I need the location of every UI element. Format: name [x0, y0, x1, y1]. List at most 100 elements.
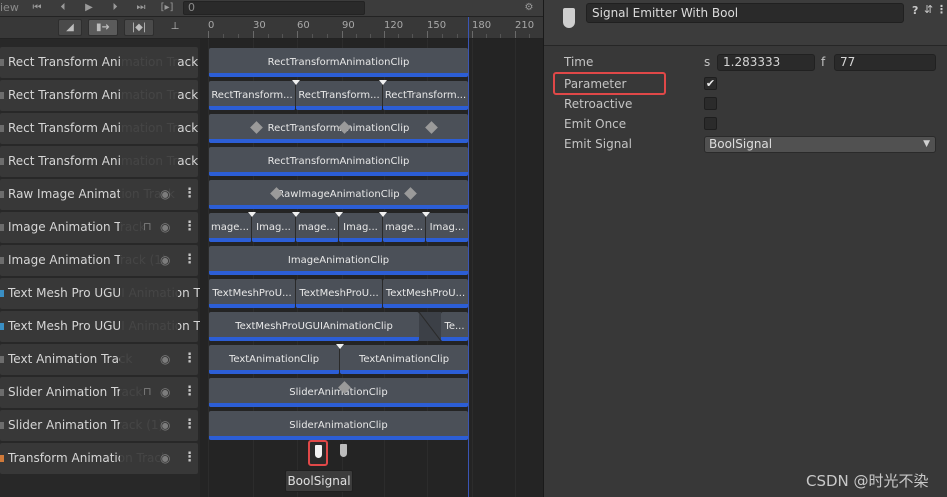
track-menu-icon[interactable]: ◢	[58, 19, 82, 36]
jump-to-end-icon[interactable]: ⏭	[132, 1, 150, 15]
animation-clip[interactable]: TextMeshProU...	[296, 279, 383, 308]
animation-clip[interactable]: SliderAnimationClip	[209, 378, 468, 407]
clip-label: RectTransformAnimationClip	[267, 156, 410, 167]
previous-frame-icon[interactable]: ⏴	[54, 1, 72, 15]
animation-clip[interactable]: mage...	[296, 213, 339, 242]
track-name: Text Animation Track	[8, 352, 133, 366]
ruler-tick-label: 120	[384, 20, 404, 31]
track-header[interactable]: Transform Animation Track ◉ ⋮	[0, 443, 198, 474]
animation-clip[interactable]: mage...	[209, 213, 252, 242]
track-header[interactable]: Image Animation Track (1) ◉ ⋮	[0, 245, 198, 276]
time-frames-field[interactable]: 77	[834, 54, 936, 71]
more-options-icon[interactable]: ⋮	[183, 384, 196, 399]
playhead-line[interactable]	[468, 17, 469, 497]
time-ruler[interactable]: 0 30 60 90 120 150 180 210	[200, 17, 543, 39]
more-options-icon[interactable]: ⋮	[936, 3, 947, 16]
more-options-icon[interactable]: ⋮	[183, 252, 196, 267]
signal-emitter-icon[interactable]	[308, 440, 328, 466]
time-seconds-field[interactable]: 1.283333	[717, 54, 815, 71]
timeline-topbar: iew ⏮ ⏴ ▶ ⏵ ⏭ [▸] 0 ⚙	[0, 0, 543, 17]
play-icon[interactable]: ▶	[80, 1, 98, 15]
animation-clip[interactable]: Imag...	[339, 213, 383, 242]
animation-clip[interactable]: TextMeshProUGUIAnimationClip	[209, 312, 419, 341]
track-toolbar: ◢ ▮➜ |◆| ⊥	[0, 17, 200, 39]
more-options-icon[interactable]: ⋮	[183, 219, 196, 234]
track-header[interactable]: Text Animation Track ◉ ⋮	[0, 344, 198, 375]
watermark-text: CSDN @时光不染	[806, 472, 929, 490]
auto-key-icon[interactable]: ▮➜	[88, 19, 118, 36]
animation-clip[interactable]: TextAnimationClip	[340, 345, 468, 374]
retroactive-checkbox[interactable]	[704, 97, 717, 110]
animation-clip[interactable]: TextMeshProU...	[209, 279, 296, 308]
track-header[interactable]: Text Mesh Pro UGUI Animation T	[0, 278, 201, 309]
track-header-controls	[120, 117, 178, 140]
animation-clip[interactable]: RectTransformAnimationClip	[209, 48, 468, 77]
asset-name-field[interactable]: Signal Emitter With Bool	[586, 3, 904, 23]
eye-icon[interactable]: ◉	[160, 253, 170, 267]
track-header[interactable]: Slider Animation Track ⊓ ◉ ⋮	[0, 377, 198, 408]
emit-once-checkbox[interactable]	[704, 117, 717, 130]
track-header[interactable]: Raw Image Animation Track ◉ ⋮	[0, 179, 198, 210]
next-frame-icon[interactable]: ⏵	[106, 1, 124, 15]
lock-icon[interactable]: ⊓	[143, 220, 152, 233]
track-header[interactable]: Text Mesh Pro UGUI Animation T	[0, 311, 201, 342]
clip-bar	[209, 403, 468, 407]
ruler-minor-tick	[312, 34, 313, 38]
animation-clip[interactable]: RectTransform...	[383, 81, 468, 110]
marker-toggle-icon[interactable]: |◆|	[124, 19, 154, 36]
eye-icon[interactable]: ◉	[160, 352, 170, 366]
track-header[interactable]: Rect Transform Animation Track	[0, 47, 198, 78]
clip-label: Imag...	[429, 222, 465, 233]
track-header[interactable]: Slider Animation Track (1) ◉ ⋮	[0, 410, 198, 441]
animation-clip[interactable]: RectTransform...	[296, 81, 383, 110]
animation-clip[interactable]: Te...	[441, 312, 468, 341]
loop-toggle-icon[interactable]: [▸]	[158, 1, 176, 15]
signal-emitter-icon[interactable]	[340, 444, 347, 457]
animation-clip[interactable]: RectTransformAnimationClip	[209, 147, 468, 176]
animation-clip[interactable]: TextMeshProU...	[383, 279, 468, 308]
track-header[interactable]: Rect Transform Animation Track (	[0, 113, 207, 144]
lock-icon[interactable]: ⊓	[143, 385, 152, 398]
eye-icon[interactable]: ◉	[160, 385, 170, 399]
ruler-minor-tick	[442, 34, 443, 38]
track-header[interactable]: Rect Transform Animation Track (	[0, 146, 207, 177]
eye-icon[interactable]: ◉	[160, 451, 170, 465]
eye-icon[interactable]: ◉	[160, 187, 170, 201]
blend-marker	[292, 212, 300, 217]
help-icon[interactable]: ?	[912, 4, 918, 17]
animation-clip[interactable]: RectTransformAnimationClip	[209, 114, 468, 143]
clip-bar	[209, 205, 468, 209]
pin-icon[interactable]: ⊥	[164, 19, 186, 36]
animation-clip[interactable]: TextAnimationClip	[209, 345, 340, 374]
eye-icon[interactable]: ◉	[160, 418, 170, 432]
track-header[interactable]: Image Animation Track ⊓ ◉ ⋮	[0, 212, 198, 243]
parameter-checkbox[interactable]: ✔	[704, 77, 717, 90]
animation-clip[interactable]: mage...	[383, 213, 426, 242]
more-options-icon[interactable]: ⋮	[183, 450, 196, 465]
clip-bar	[209, 172, 468, 176]
clip-bar	[426, 238, 468, 242]
animation-clip[interactable]: RawImageAnimationClip	[209, 180, 468, 209]
settings-gear-icon[interactable]: ⚙	[520, 1, 538, 15]
animation-clip[interactable]: ImageAnimationClip	[209, 246, 468, 275]
track-header[interactable]: Rect Transform Animation Track (	[0, 80, 207, 111]
rewind-to-start-icon[interactable]: ⏮	[28, 1, 46, 15]
more-options-icon[interactable]: ⋮	[183, 186, 196, 201]
track-header-controls	[120, 51, 178, 74]
ruler-major-tick	[297, 31, 298, 38]
track-type-icon	[0, 389, 4, 396]
presets-icon[interactable]: ⇵	[924, 3, 933, 16]
clip-label: TextMeshProU...	[299, 288, 379, 299]
animation-clip[interactable]: RectTransform...	[209, 81, 296, 110]
animation-clip[interactable]: Imag...	[252, 213, 296, 242]
emit-signal-dropdown[interactable]: BoolSignal ▼	[704, 136, 936, 153]
more-options-icon[interactable]: ⋮	[183, 417, 196, 432]
frame-field[interactable]: 0	[183, 1, 365, 15]
more-options-icon[interactable]: ⋮	[183, 351, 196, 366]
animation-clip[interactable]: SliderAnimationClip	[209, 411, 468, 440]
clip-label: TextAnimationClip	[358, 354, 450, 365]
eye-icon[interactable]: ◉	[160, 220, 170, 234]
ruler-minor-tick	[223, 34, 224, 38]
animation-clip[interactable]: Imag...	[426, 213, 468, 242]
clip-area[interactable]: RectTransformAnimationClip RectTransform…	[200, 39, 543, 497]
